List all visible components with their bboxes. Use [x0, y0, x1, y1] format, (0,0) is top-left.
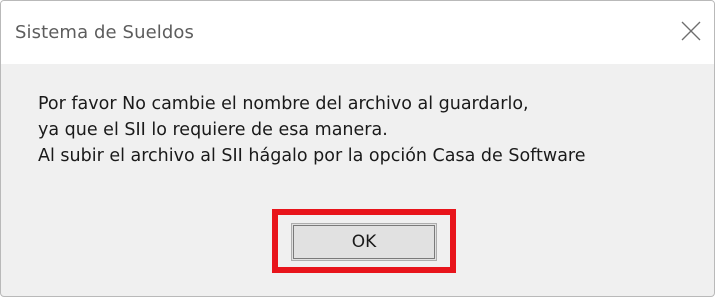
window-title: Sistema de Sueldos [15, 22, 194, 43]
close-button[interactable] [668, 1, 714, 64]
close-icon [681, 21, 701, 41]
message-line: Por favor No cambie el nombre del archiv… [38, 94, 529, 114]
message-text: Por favor No cambie el nombre del archiv… [38, 91, 586, 169]
message-line: Al subir el archivo al SII hágalo por la… [38, 146, 586, 166]
ok-button[interactable]: OK [291, 223, 437, 261]
title-bar: Sistema de Sueldos [1, 1, 714, 64]
message-line: ya que el SII lo requiere de esa manera. [38, 120, 388, 140]
message-dialog: Sistema de Sueldos Por favor No cambie e… [0, 0, 715, 297]
